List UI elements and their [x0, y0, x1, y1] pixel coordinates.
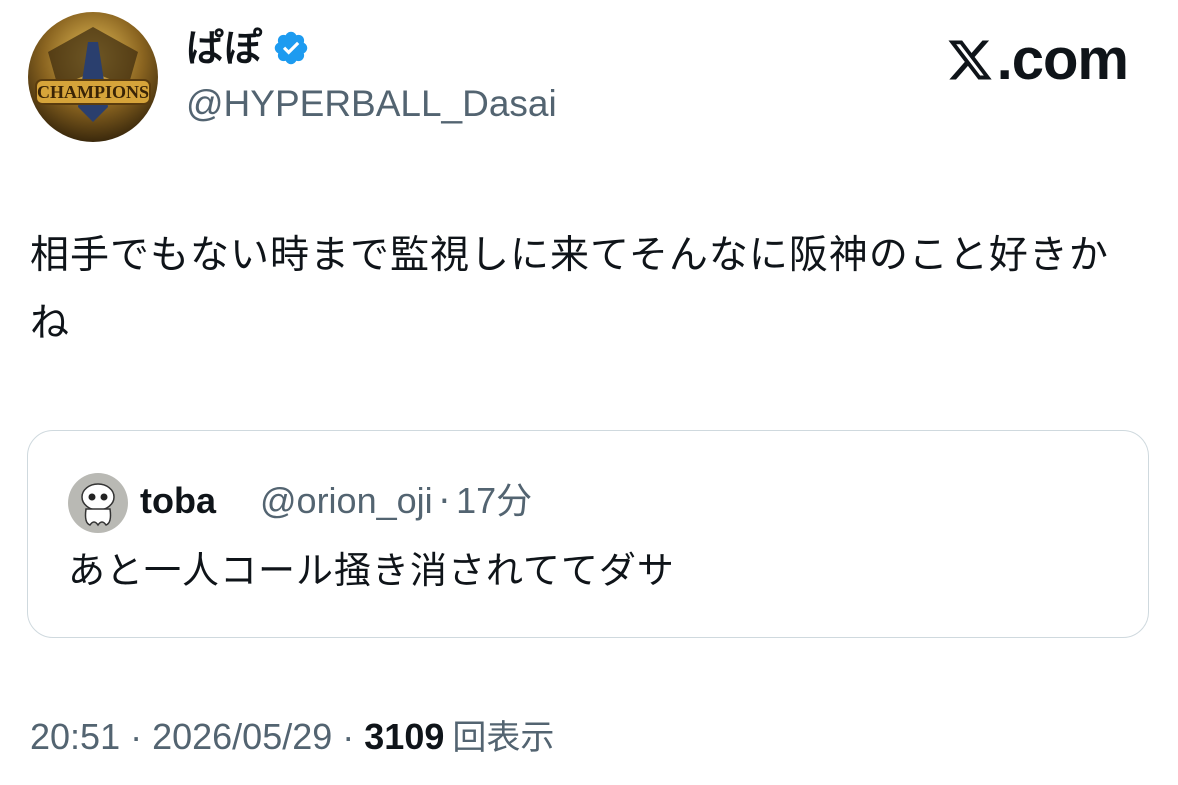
author-name-row: ぱぽ [186, 24, 310, 72]
brand-logo: .com [945, 27, 1129, 92]
quoted-author-name[interactable]: toba [140, 477, 216, 525]
view-count: 3109 [364, 716, 445, 757]
quoted-tweet-text: あと一人コール掻き消されててダサ [68, 549, 675, 592]
quoted-tweet-card[interactable]: toba @orion_oji · 17分 あと一人コール掻き消されててダサ [27, 430, 1149, 638]
view-label: 回表示 [452, 718, 555, 758]
ghost-character-avatar-icon [68, 473, 128, 533]
quoted-tweet-header: toba @orion_oji · 17分 [140, 477, 532, 526]
author-display-name[interactable]: ぱぽ [186, 24, 262, 72]
tweet-time[interactable]: 20:51 [30, 712, 120, 762]
quoted-separator: · [438, 481, 451, 522]
quoted-author-avatar[interactable] [68, 473, 128, 533]
quoted-author-handle[interactable]: @orion_oji [260, 477, 433, 525]
champions-badge-avatar-icon: CHAMPIONS [28, 12, 158, 142]
meta-separator: · [342, 716, 355, 757]
tweet-text: 相手でもない時まで監視しに来てそんなに阪神のこと好きかね [30, 233, 1109, 346]
x-logo-icon [948, 40, 992, 80]
meta-separator: · [130, 716, 143, 757]
verified-badge-icon [274, 31, 308, 65]
author-handle[interactable]: @HYPERBALL_Dasai [186, 80, 557, 128]
tweet-meta: 20:51 · 2026/05/29 · 3109 回表示 [30, 712, 554, 763]
quoted-timestamp[interactable]: 17分 [456, 477, 532, 525]
brand-text: .com [996, 27, 1129, 92]
tweet-date[interactable]: 2026/05/29 [152, 712, 332, 762]
svg-text:CHAMPIONS: CHAMPIONS [37, 82, 149, 102]
author-avatar[interactable]: CHAMPIONS [28, 12, 158, 142]
